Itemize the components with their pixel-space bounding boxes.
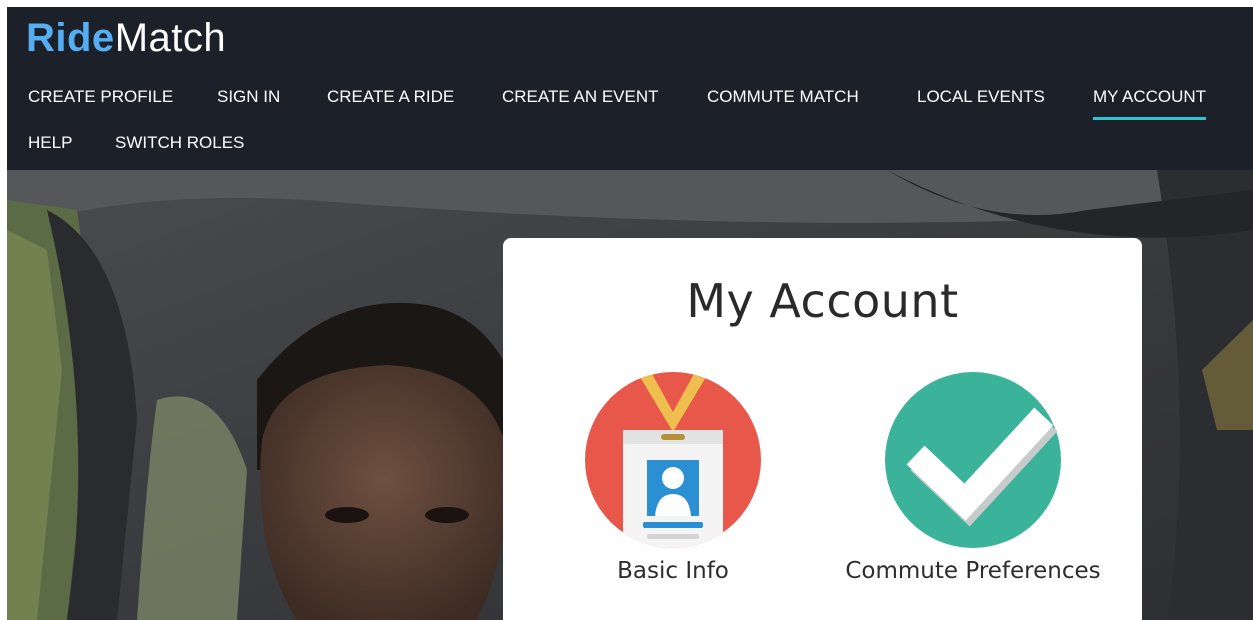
nav-my-account[interactable]: MY ACCOUNT	[1093, 87, 1207, 120]
my-account-card: My Account Basic Info Commute Preference…	[503, 238, 1142, 620]
nav-create-profile[interactable]: CREATE PROFILE	[28, 87, 173, 107]
logo-ride-text: Ride	[26, 16, 115, 60]
nav-switch-roles[interactable]: SWITCH ROLES	[115, 133, 244, 153]
app-frame: RideMatch CREATE PROFILE SIGN IN CREATE …	[7, 7, 1253, 620]
nav-sign-in[interactable]: SIGN IN	[217, 87, 280, 107]
id-badge-icon	[585, 372, 761, 548]
ridematch-logo[interactable]: RideMatch	[26, 15, 226, 61]
checkmark-icon	[885, 372, 1061, 548]
nav-create-a-ride[interactable]: CREATE A RIDE	[327, 87, 454, 107]
nav-create-an-event[interactable]: CREATE AN EVENT	[502, 87, 659, 107]
logo-match-text: Match	[114, 16, 227, 60]
site-header: RideMatch CREATE PROFILE SIGN IN CREATE …	[7, 7, 1253, 170]
nav-help[interactable]: HELP	[28, 133, 72, 153]
basic-info-label: Basic Info	[617, 558, 729, 584]
nav-commute-match[interactable]: COMMUTE MATCH	[707, 87, 859, 107]
page-title: My Account	[686, 274, 959, 328]
nav-local-events[interactable]: LOCAL EVENTS	[917, 87, 1045, 107]
commute-preferences-label: Commute Preferences	[845, 558, 1101, 584]
